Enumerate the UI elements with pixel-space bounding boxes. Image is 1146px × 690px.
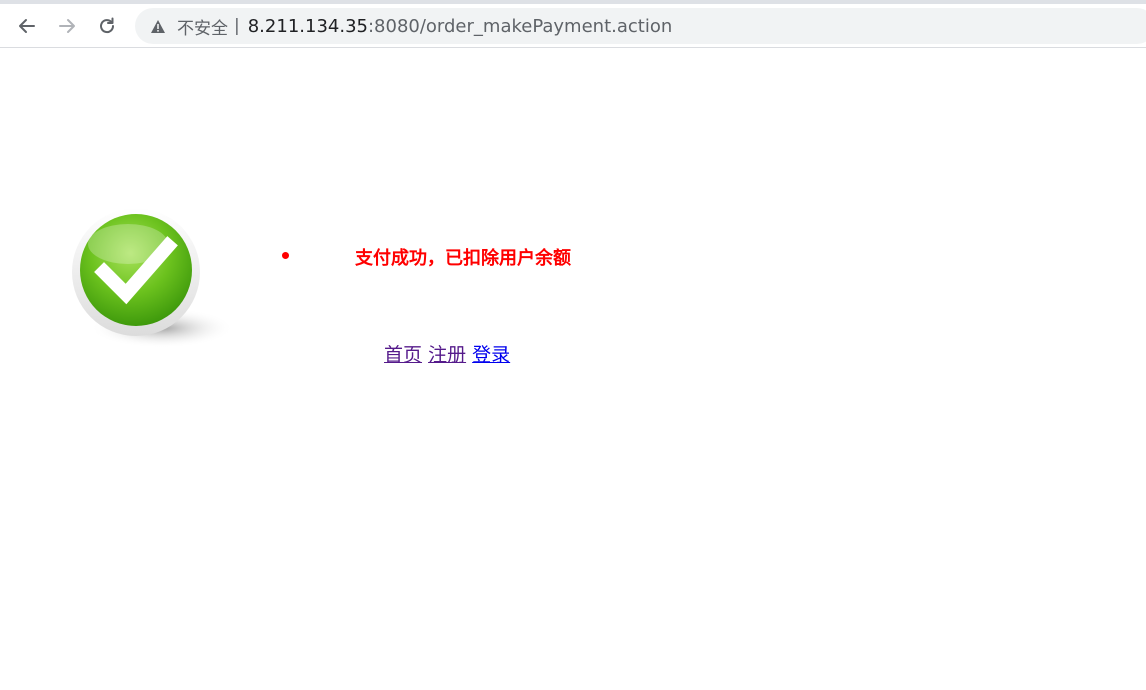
separator: |: [234, 16, 240, 36]
register-link[interactable]: 注册: [428, 344, 466, 366]
success-checkmark-icon: [72, 208, 234, 348]
payment-success-message: 支付成功，已扣除用户余额: [355, 248, 571, 269]
message-list-item: 支付成功，已扣除用户余额: [282, 243, 571, 271]
security-status-label[interactable]: 不安全: [177, 14, 228, 39]
reload-button[interactable]: [92, 11, 122, 41]
login-link[interactable]: 登录: [472, 344, 510, 366]
home-link[interactable]: 首页: [384, 344, 422, 366]
bullet: [282, 251, 289, 259]
page-content: 支付成功，已扣除用户余额 首页 注册 登录: [0, 48, 1146, 690]
browser-toolbar: 不安全 | 8.211.134.35 :8080/order_makePayme…: [0, 0, 1146, 48]
url-path: :8080/order_makePayment.action: [367, 15, 673, 37]
forward-button[interactable]: [52, 11, 82, 41]
footer-links: 首页 注册 登录: [384, 340, 510, 367]
url-host: 8.211.134.35: [247, 15, 368, 37]
back-button[interactable]: [12, 11, 42, 41]
back-arrow-icon: [19, 19, 35, 33]
reload-icon: [100, 17, 115, 34]
forward-arrow-icon: [59, 19, 75, 33]
address-bar[interactable]: 不安全 | 8.211.134.35 :8080/order_makePayme…: [135, 8, 1146, 44]
warning-icon[interactable]: [149, 17, 167, 35]
